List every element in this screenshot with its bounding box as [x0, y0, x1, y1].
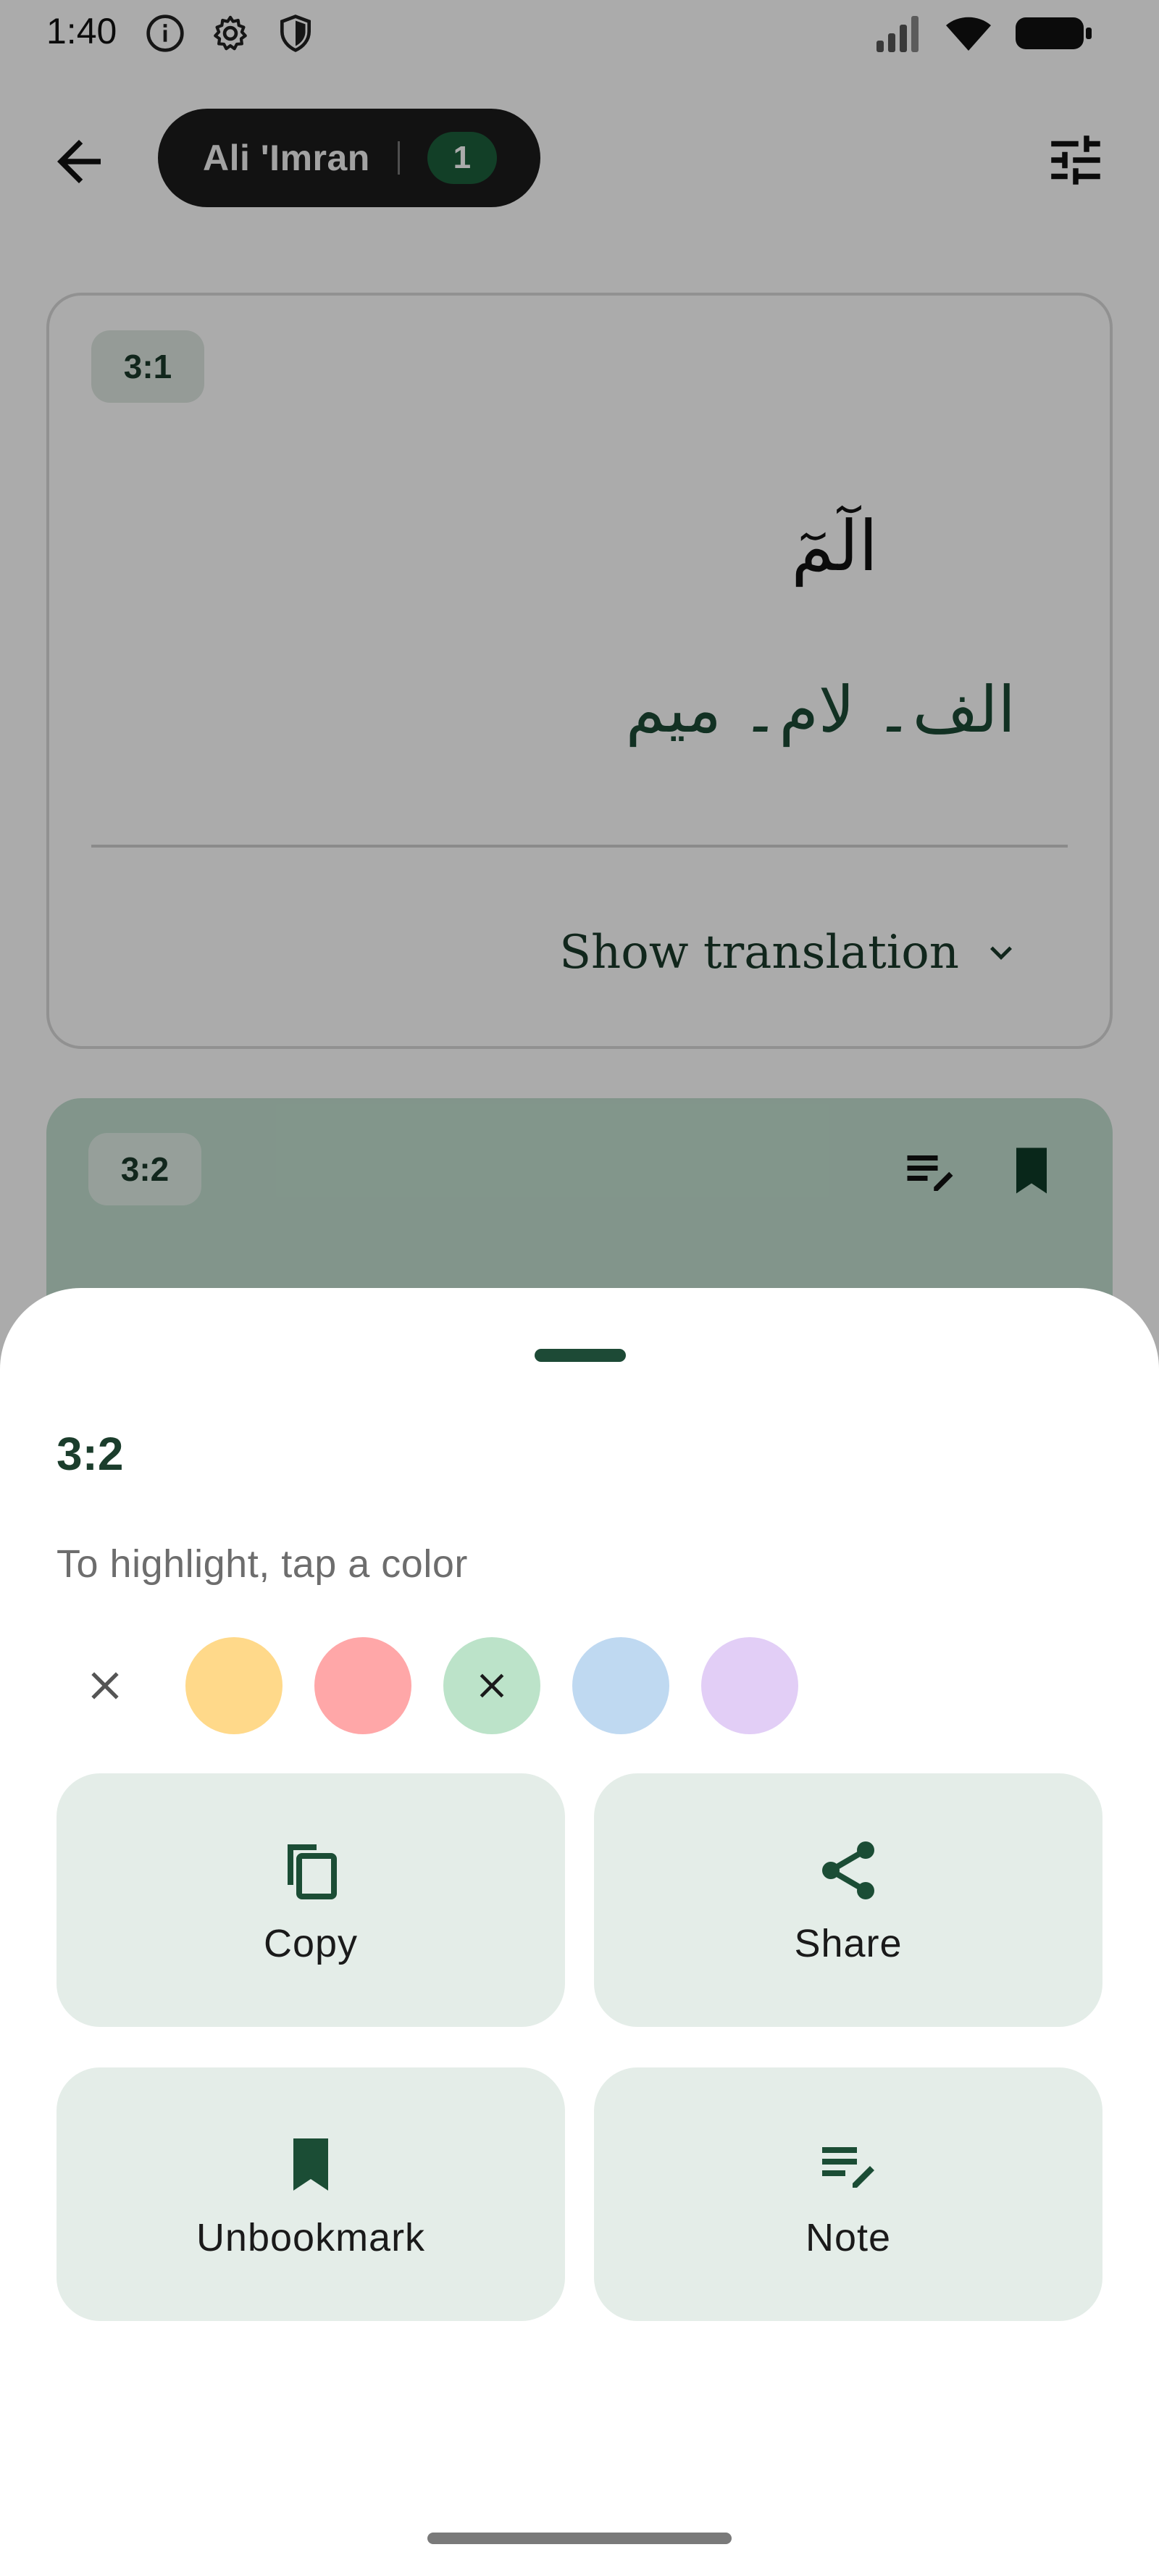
copy-label: Copy — [263, 1922, 359, 1965]
highlight-color-swatch[interactable] — [701, 1637, 798, 1734]
sheet-title: 3:2 — [57, 1428, 124, 1480]
note-button[interactable]: Note — [594, 2067, 1102, 2321]
copy-button[interactable]: Copy — [57, 1773, 565, 2027]
highlight-color-swatch[interactable] — [443, 1637, 540, 1734]
gesture-navigation-bar[interactable] — [427, 2533, 732, 2544]
copy-icon — [288, 1844, 337, 1899]
highlight-color-row — [57, 1637, 830, 1734]
share-label: Share — [794, 1922, 903, 1965]
unbookmark-label: Unbookmark — [196, 2216, 426, 2259]
highlight-color-swatch[interactable] — [572, 1637, 669, 1734]
share-button[interactable]: Share — [594, 1773, 1102, 2027]
note-label: Note — [805, 2216, 892, 2259]
highlight-hint: To highlight, tap a color — [57, 1542, 468, 1586]
action-grid: Copy Share Unbookmark Note — [57, 1773, 1102, 2324]
remove-highlight-button[interactable] — [57, 1637, 154, 1734]
highlight-color-swatch[interactable] — [314, 1637, 411, 1734]
bookmark-icon — [293, 2138, 328, 2191]
drag-handle[interactable] — [535, 1349, 626, 1362]
close-icon — [480, 1673, 504, 1698]
unbookmark-button[interactable]: Unbookmark — [57, 2067, 565, 2321]
verse-options-sheet: 3:2 To highlight, tap a color Copy Share — [0, 1288, 1159, 2576]
share-icon — [822, 1841, 874, 1899]
screen: 1:40 Ali 'Imran 1 3:1 الٓمٓ الف۔ لام۔ می… — [0, 0, 1159, 2576]
highlight-color-swatch[interactable] — [185, 1637, 283, 1734]
close-icon — [91, 1672, 119, 1699]
note-edit-icon — [822, 2147, 874, 2188]
